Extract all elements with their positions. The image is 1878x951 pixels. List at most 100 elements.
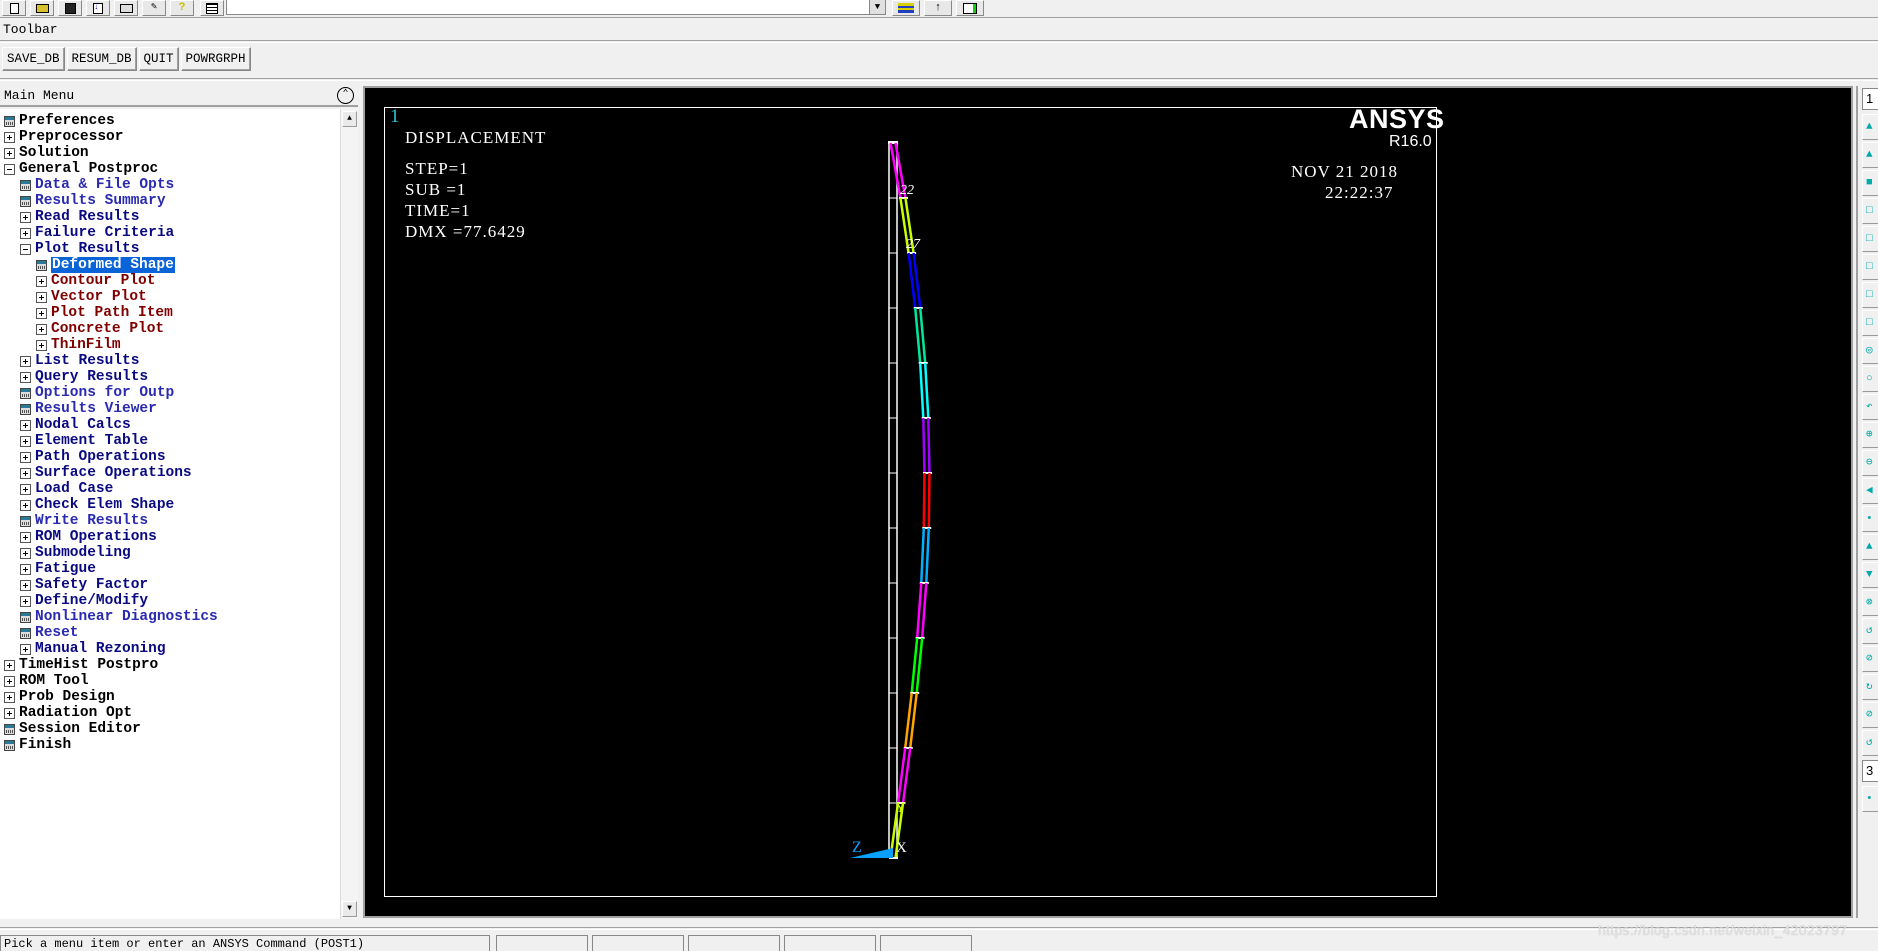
increment-field[interactable]: 3	[1862, 760, 1878, 782]
fit-view-button[interactable]: ◎	[1862, 338, 1878, 364]
save-as-button[interactable]: ↓	[86, 0, 110, 16]
save-button[interactable]	[58, 0, 82, 16]
menu-item-rom-operations[interactable]: ROM Operations	[0, 529, 340, 545]
menu-item-concrete-plot[interactable]: Concrete Plot	[0, 321, 340, 337]
menu-item-preferences[interactable]: Preferences	[0, 113, 340, 129]
rotate-x-button[interactable]: ⊗	[1862, 590, 1878, 616]
menu-item-reset[interactable]: Reset	[0, 625, 340, 641]
right-view-button[interactable]: □	[1862, 226, 1878, 252]
left-view-button[interactable]: □	[1862, 254, 1878, 280]
menu-item-define-modify[interactable]: Define/Modify	[0, 593, 340, 609]
menu-item-label: Query Results	[35, 369, 149, 385]
powergraph-button[interactable]: POWRGRPH	[180, 47, 251, 71]
command-input[interactable]: ▼	[226, 0, 886, 15]
help-icon: ?	[178, 2, 186, 14]
save-db-button[interactable]: SAVE_DB	[2, 47, 65, 71]
command-window-button[interactable]	[200, 0, 224, 16]
rotate-y-button[interactable]: ⊘	[1862, 646, 1878, 672]
dialog-form-icon	[20, 179, 31, 191]
menu-item-timehist-postpro[interactable]: TimeHist Postpro	[0, 657, 340, 673]
menu-item-path-operations[interactable]: Path Operations	[0, 449, 340, 465]
menu-item-data-file-opts[interactable]: Data & File Opts	[0, 177, 340, 193]
print-icon	[119, 3, 133, 13]
back-view-button[interactable]: □	[1862, 198, 1878, 224]
menu-item-radiation-opt[interactable]: Radiation Opt	[0, 705, 340, 721]
zoom-in-icon: ⊕	[1866, 429, 1873, 441]
zoom-button[interactable]: ○	[1862, 366, 1878, 392]
rotate-x-neg-button[interactable]: ↺	[1862, 618, 1878, 644]
snapshot-button[interactable]	[956, 0, 984, 16]
rotate-z-button[interactable]: ⊘	[1862, 702, 1878, 728]
collapse-menu-icon[interactable]: ⌃	[337, 87, 354, 104]
rotate-z-neg-button[interactable]: ↺	[1862, 730, 1878, 756]
menu-item-session-editor[interactable]: Session Editor	[0, 721, 340, 737]
zoom-out-button[interactable]: ⊖	[1862, 450, 1878, 476]
menu-item-list-results[interactable]: List Results	[0, 353, 340, 369]
menu-item-vector-plot[interactable]: Vector Plot	[0, 289, 340, 305]
scroll-down-button[interactable]: ▼	[342, 901, 357, 917]
menu-item-preprocessor[interactable]: Preprocessor	[0, 129, 340, 145]
resume-db-button[interactable]: RESUM_DB	[66, 47, 137, 71]
rotate-x-icon: ⊗	[1866, 597, 1873, 609]
menu-item-results-summary[interactable]: Results Summary	[0, 193, 340, 209]
menu-item-rom-tool[interactable]: ROM Tool	[0, 673, 340, 689]
menu-item-check-elem-shape[interactable]: Check Elem Shape	[0, 497, 340, 513]
new-file-button[interactable]	[2, 0, 26, 16]
dynamic-mode-button[interactable]: •	[1862, 786, 1878, 812]
help-button[interactable]: ?	[170, 0, 194, 16]
menu-item-finish[interactable]: Finish	[0, 737, 340, 753]
menu-item-write-results[interactable]: Write Results	[0, 513, 340, 529]
tree-scrollbar[interactable]: ▲ ▼	[340, 109, 358, 919]
menu-item-query-results[interactable]: Query Results	[0, 369, 340, 385]
menu-item-options-for-outp[interactable]: Options for Outp	[0, 385, 340, 401]
menu-item-read-results[interactable]: Read Results	[0, 209, 340, 225]
menu-item-surface-operations[interactable]: Surface Operations	[0, 465, 340, 481]
scroll-up-button[interactable]: ▲	[342, 111, 357, 127]
menu-item-deformed-shape[interactable]: Deformed Shape	[0, 257, 340, 273]
print-button[interactable]	[114, 0, 138, 16]
open-button[interactable]	[30, 0, 54, 16]
restore-button[interactable]: ↑	[924, 0, 952, 16]
oblique-view-button[interactable]: □	[1862, 310, 1878, 336]
menu-item-manual-rezoning[interactable]: Manual Rezoning	[0, 641, 340, 657]
menu-item-submodeling[interactable]: Submodeling	[0, 545, 340, 561]
expand-icon	[20, 483, 31, 495]
menu-item-failure-criteria[interactable]: Failure Criteria	[0, 225, 340, 241]
window-number-field[interactable]: 1	[1862, 88, 1878, 110]
menu-item-thinfilm[interactable]: ThinFilm	[0, 337, 340, 353]
command-history-dropdown[interactable]: ▼	[869, 0, 885, 14]
menu-item-element-table[interactable]: Element Table	[0, 433, 340, 449]
menu-item-load-case[interactable]: Load Case	[0, 481, 340, 497]
menu-item-solution[interactable]: Solution	[0, 145, 340, 161]
layers-button[interactable]	[892, 0, 920, 16]
pan-up-button[interactable]: ▲	[1862, 534, 1878, 560]
report-button[interactable]: ✎	[142, 0, 166, 16]
iso-view-button[interactable]: ▲	[1862, 114, 1878, 140]
menu-item-label: General Postproc	[19, 161, 159, 177]
pan-right-button[interactable]: •	[1862, 506, 1878, 532]
menu-item-safety-factor[interactable]: Safety Factor	[0, 577, 340, 593]
menu-item-plot-results[interactable]: Plot Results	[0, 241, 340, 257]
status-type	[592, 935, 684, 951]
menu-item-label: Path Operations	[35, 449, 166, 465]
pan-left-button[interactable]: ◀	[1862, 478, 1878, 504]
menu-item-nodal-calcs[interactable]: Nodal Calcs	[0, 417, 340, 433]
quit-button[interactable]: QUIT	[138, 47, 179, 71]
menu-item-plot-path-item[interactable]: Plot Path Item	[0, 305, 340, 321]
zoom-in-button[interactable]: ⊕	[1862, 422, 1878, 448]
menu-item-results-viewer[interactable]: Results Viewer	[0, 401, 340, 417]
top-view-button[interactable]: ■	[1862, 170, 1878, 196]
menu-item-contour-plot[interactable]: Contour Plot	[0, 273, 340, 289]
menu-item-prob-design[interactable]: Prob Design	[0, 689, 340, 705]
pan-down-button[interactable]: ▼	[1862, 562, 1878, 588]
front-view-button[interactable]: ▲	[1862, 142, 1878, 168]
rotate-y-neg-button[interactable]: ↻	[1862, 674, 1878, 700]
expand-icon	[20, 499, 31, 511]
bottom-view-button[interactable]: □	[1862, 282, 1878, 308]
divider	[0, 40, 1878, 43]
menu-item-fatigue[interactable]: Fatigue	[0, 561, 340, 577]
menu-item-nonlinear-diagnostics[interactable]: Nonlinear Diagnostics	[0, 609, 340, 625]
zoom-back-button[interactable]: ↶	[1862, 394, 1878, 420]
menu-item-general-postproc[interactable]: General Postproc	[0, 161, 340, 177]
front-view-icon: ▲	[1866, 149, 1873, 161]
